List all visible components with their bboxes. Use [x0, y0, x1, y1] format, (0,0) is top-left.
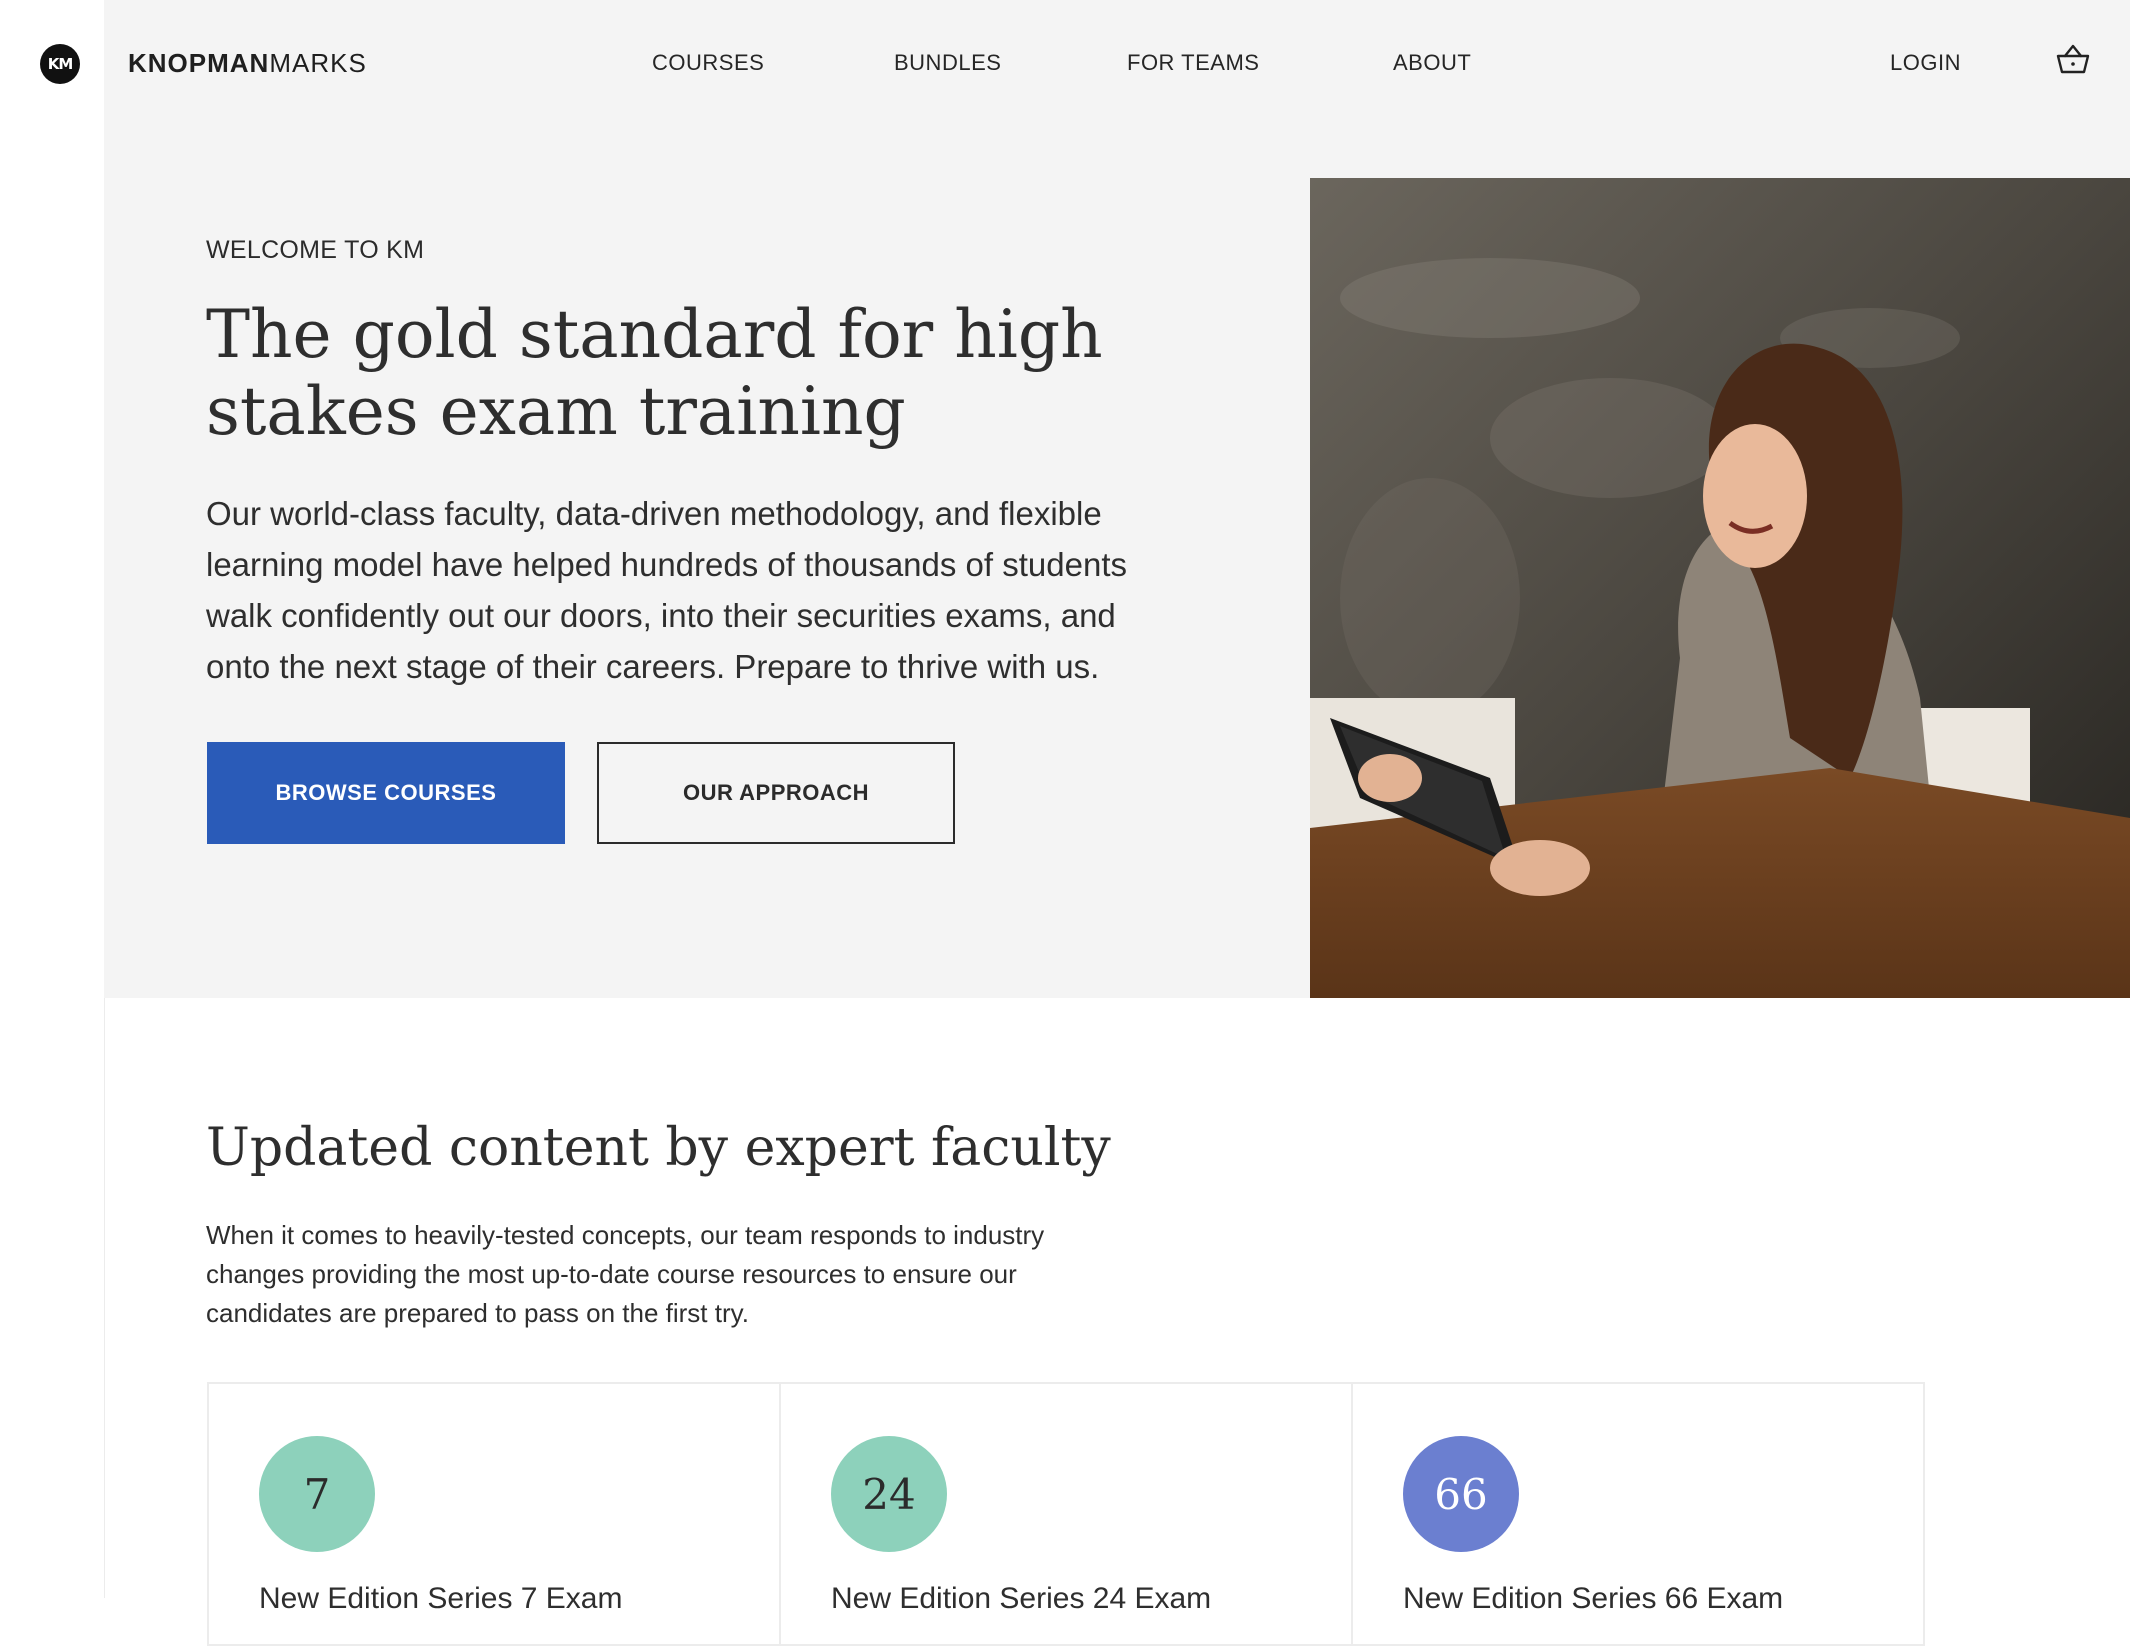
hero-eyebrow: WELCOME TO KM	[206, 236, 425, 264]
browse-courses-button[interactable]: BROWSE COURSES	[207, 742, 565, 844]
stat-label: New Edition Series 66 Exam	[1403, 1582, 1784, 1615]
stat-label: New Edition Series 24 Exam	[831, 1582, 1212, 1615]
nav-about[interactable]: ABOUT	[1393, 50, 1471, 76]
brand-name-light: MARKS	[269, 48, 367, 78]
stat-number-badge: 66	[1403, 1436, 1519, 1552]
nav-for-teams[interactable]: FOR TEAMS	[1127, 50, 1259, 76]
hero-photo-illustration	[1310, 178, 2130, 998]
our-approach-button[interactable]: OUR APPROACH	[597, 742, 955, 844]
stat-label: New Edition Series 7 Exam	[259, 1582, 623, 1615]
nav-bundles[interactable]: BUNDLES	[894, 50, 1001, 76]
stats-row: 7 New Edition Series 7 Exam 24 New Editi…	[207, 1382, 1925, 1646]
stat-card[interactable]: 24 New Edition Series 24 Exam	[779, 1382, 1351, 1646]
stat-card[interactable]: 7 New Edition Series 7 Exam	[207, 1382, 779, 1646]
brand-wordmark[interactable]: KNOPMANMARKS	[128, 48, 367, 79]
hero-description: Our world-class faculty, data-driven met…	[206, 495, 1127, 685]
stat-number-badge: 24	[831, 1436, 947, 1552]
section-title: Updated content by expert faculty	[206, 1118, 1111, 1178]
basket-icon[interactable]	[2055, 42, 2091, 76]
hero-photo	[1310, 178, 2130, 998]
brand-name-bold: KNOPMAN	[128, 48, 270, 78]
nav-courses[interactable]: COURSES	[652, 50, 764, 76]
km-logo-badge[interactable]: KM	[40, 44, 80, 84]
section-description: When it comes to heavily-tested concepts…	[206, 1220, 1045, 1328]
left-sidebar: KM	[0, 0, 105, 1598]
stat-number-badge: 7	[259, 1436, 375, 1552]
stat-card[interactable]: 66 New Edition Series 66 Exam	[1351, 1382, 1925, 1646]
nav-login[interactable]: LOGIN	[1890, 50, 1961, 76]
hero-title: The gold standard for high stakes exam t…	[206, 296, 1103, 450]
